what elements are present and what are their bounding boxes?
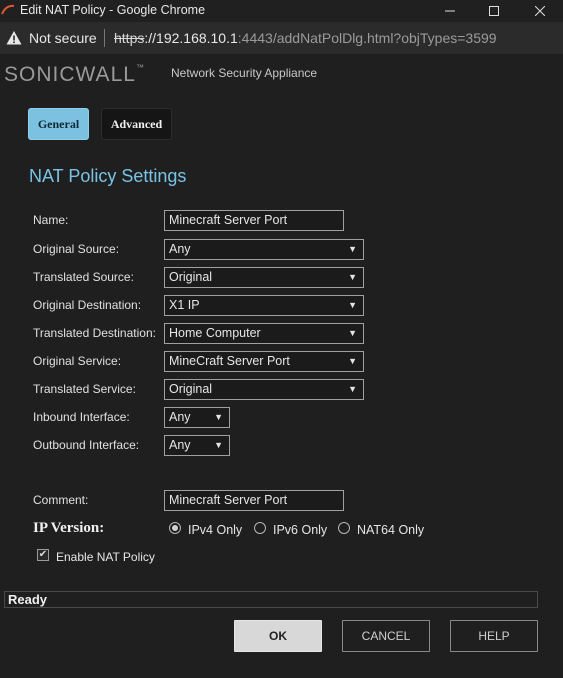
dropdown-arrow-icon: ▼ [348,356,357,366]
nat64-only-label[interactable]: NAT64 Only [357,523,424,537]
warning-icon[interactable] [6,30,22,46]
sonicwall-logo: SONICWALL™ [4,63,145,87]
original-service-value: MineCraft Server Port [169,354,290,368]
app-header: SONICWALL™ Network Security Appliance [0,54,563,92]
ipv4-only-radio[interactable] [169,522,181,534]
translated-source-value: Original [169,270,213,284]
original-source-value: Any [169,242,191,256]
tab-general[interactable]: General [28,108,89,140]
security-status[interactable]: Not secure [29,30,97,46]
comment-label: Comment: [33,493,89,507]
minimize-button[interactable] [428,0,472,22]
translated-source-label: Translated Source: [33,270,134,284]
outbound-interface-select[interactable]: Any ▼ [164,435,230,456]
address-bar[interactable]: Not secure https://192.168.10.1:4443/add… [0,22,563,54]
comment-input[interactable]: Minecraft Server Port [164,490,344,511]
nat64-only-radio[interactable] [338,522,350,534]
dropdown-arrow-icon: ▼ [348,244,357,254]
ip-version-label: IP Version: [33,520,105,536]
cancel-button[interactable]: CANCEL [342,620,430,652]
outbound-interface-value: Any [169,438,191,452]
url-scheme: https [114,30,145,46]
close-button[interactable] [518,0,562,22]
section-title: NAT Policy Settings [29,166,187,186]
enable-nat-checkbox[interactable]: ✔ [37,549,49,561]
minimize-icon [445,10,455,12]
url-text[interactable]: https://192.168.10.1:4443/addNatPolDlg.h… [114,30,497,46]
enable-nat-label[interactable]: Enable NAT Policy [56,550,155,564]
name-label: Name: [33,213,69,227]
translated-destination-select[interactable]: Home Computer ▼ [164,323,364,344]
dropdown-arrow-icon: ▼ [348,272,357,282]
translated-service-value: Original [169,382,213,396]
dropdown-arrow-icon: ▼ [348,328,357,338]
status-bar: Ready [4,591,538,608]
window-titlebar: Edit NAT Policy - Google Chrome [0,0,563,22]
original-service-select[interactable]: MineCraft Server Port ▼ [164,351,364,372]
tab-advanced[interactable]: Advanced [101,108,172,140]
original-destination-value: X1 IP [169,298,200,312]
ok-button[interactable]: OK [234,620,322,652]
translated-source-select[interactable]: Original ▼ [164,267,364,288]
inbound-interface-label: Inbound Interface: [33,410,130,424]
translated-service-label: Translated Service: [33,382,136,396]
dropdown-arrow-icon: ▼ [214,440,223,450]
ipv4-only-label[interactable]: IPv4 Only [188,523,242,537]
url-path: :4443/addNatPolDlg.html?objTypes=3599 [237,30,497,46]
logo-text-sonic: SONIC [4,63,76,86]
ipv6-only-radio[interactable] [254,522,266,534]
original-source-label: Original Source: [33,242,120,256]
url-host: ://192.168.10.1 [144,30,238,46]
chrome-app-icon [1,4,15,15]
outbound-interface-label: Outbound Interface: [33,438,140,452]
translated-service-select[interactable]: Original ▼ [164,379,364,400]
dropdown-arrow-icon: ▼ [348,300,357,310]
dropdown-arrow-icon: ▼ [214,412,223,422]
translated-destination-value: Home Computer [169,326,261,340]
original-destination-label: Original Destination: [33,298,142,312]
inbound-interface-select[interactable]: Any ▼ [164,407,230,428]
product-subtitle: Network Security Appliance [171,66,318,80]
logo-trademark: ™ [135,63,145,72]
maximize-button[interactable] [472,0,516,22]
close-icon [535,6,545,16]
help-button[interactable]: HELP [450,620,538,652]
translated-destination-label: Translated Destination: [33,326,156,340]
dropdown-arrow-icon: ▼ [348,384,357,394]
address-separator [104,29,105,47]
ipv6-only-label[interactable]: IPv6 Only [273,523,327,537]
window-title: Edit NAT Policy - Google Chrome [20,3,206,17]
original-source-select[interactable]: Any ▼ [164,239,364,260]
original-service-label: Original Service: [33,354,122,368]
inbound-interface-value: Any [169,410,191,424]
maximize-icon [489,6,499,16]
original-destination-select[interactable]: X1 IP ▼ [164,295,364,316]
logo-text-wall: WALL [75,63,136,86]
name-input[interactable]: Minecraft Server Port [164,210,344,231]
